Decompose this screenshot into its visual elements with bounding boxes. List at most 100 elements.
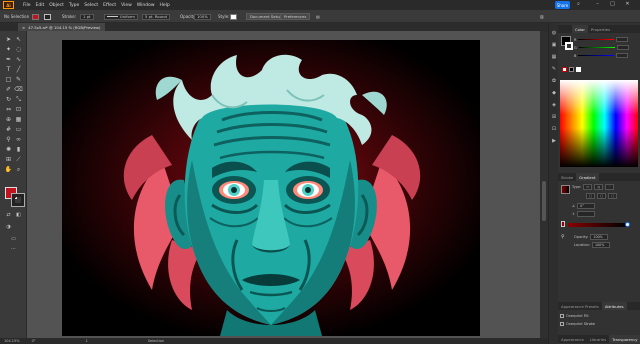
freeform-gradient-button[interactable]: ⁘ bbox=[605, 184, 614, 190]
gradient-location-field[interactable]: 100% bbox=[591, 242, 610, 248]
symbol-sprayer-icon[interactable]: ✺ bbox=[4, 145, 13, 154]
type-tool-icon[interactable]: T bbox=[4, 65, 13, 74]
close-tab-icon[interactable]: × bbox=[22, 25, 25, 30]
scale-tool-icon[interactable]: ⤡ bbox=[14, 95, 23, 104]
symbols-icon[interactable]: ✿ bbox=[550, 77, 558, 85]
menu-select[interactable]: Select bbox=[84, 3, 98, 8]
zoom-tool-icon[interactable]: ⌕ bbox=[14, 165, 23, 174]
menu-view[interactable]: View bbox=[121, 3, 132, 8]
layers-icon[interactable]: ◈ bbox=[550, 101, 558, 109]
brush-definition-dropdown[interactable]: 5 pt. Round bbox=[142, 13, 170, 20]
rotate-tool-icon[interactable]: ↻ bbox=[4, 95, 13, 104]
tab-properties[interactable]: Properties bbox=[588, 25, 613, 33]
stroke-swatch[interactable] bbox=[44, 13, 51, 20]
magic-wand-icon[interactable]: ✦ bbox=[4, 45, 13, 54]
vertical-scrollbar[interactable] bbox=[540, 31, 548, 338]
stroke-color-swatch[interactable] bbox=[11, 193, 25, 207]
tab-attributes[interactable]: Attributes bbox=[601, 302, 627, 310]
paintbrush-icon[interactable]: ✎ bbox=[14, 75, 23, 84]
menu-effect[interactable]: Effect bbox=[103, 3, 116, 8]
hand-tool-icon[interactable]: ✋ bbox=[4, 165, 13, 174]
draw-mode-icon[interactable]: ◑ bbox=[4, 223, 13, 232]
overprint-stroke-row[interactable]: Overprint Stroke bbox=[560, 321, 595, 327]
transform-icon[interactable]: ⊡ bbox=[550, 125, 558, 133]
edit-toolbar-icon[interactable]: ⋯ bbox=[9, 245, 18, 254]
learn-icon[interactable]: ◍ bbox=[550, 29, 558, 37]
zoom-level[interactable]: 104.15% bbox=[4, 339, 20, 343]
menu-object[interactable]: Object bbox=[49, 3, 64, 8]
gradient-aspect-field[interactable] bbox=[576, 211, 595, 217]
close-icon[interactable]: ✕ bbox=[623, 1, 632, 9]
free-transform-icon[interactable]: ⊡ bbox=[14, 105, 23, 114]
gradient-preview-swatch[interactable] bbox=[561, 185, 570, 194]
menu-type[interactable]: Type bbox=[69, 3, 79, 8]
graph-tool-icon[interactable]: ▮ bbox=[14, 145, 23, 154]
swap-colors-icon[interactable]: ⇄ bbox=[4, 211, 13, 220]
blend-tool-icon[interactable]: ∞ bbox=[14, 135, 23, 144]
g-slider[interactable]: G bbox=[574, 45, 629, 50]
artboard-tool-icon[interactable]: ⊞ bbox=[4, 155, 13, 164]
artboards-icon[interactable]: ⊞ bbox=[550, 113, 558, 121]
black-swatch[interactable] bbox=[569, 67, 574, 72]
radial-gradient-button[interactable]: ◎ bbox=[594, 184, 604, 190]
selection-tool-icon[interactable]: ➤ bbox=[4, 35, 13, 44]
eraser-icon[interactable]: ⌫ bbox=[14, 85, 23, 94]
share-button[interactable]: Share bbox=[555, 1, 570, 9]
stroke-gradient-3-button[interactable]: ▢ bbox=[608, 193, 618, 199]
graphic-styles-icon[interactable]: ◆ bbox=[550, 89, 558, 97]
preferences-button[interactable]: Preferences bbox=[280, 13, 311, 20]
arrange-icon[interactable]: ▥ bbox=[540, 13, 544, 20]
minimize-icon[interactable]: – bbox=[593, 1, 602, 9]
perspective-grid-icon[interactable]: ▦ bbox=[14, 115, 23, 124]
linear-gradient-button[interactable]: ▭ bbox=[583, 184, 593, 190]
color-spectrum[interactable] bbox=[560, 80, 638, 167]
document-tab[interactable]: × 47.5x5.ai* @ 104.15 % (RGB/Preview) bbox=[18, 23, 105, 31]
tab-appearance[interactable]: Appearance bbox=[558, 335, 587, 343]
app-logo[interactable]: Ai bbox=[3, 1, 14, 9]
width-tool-icon[interactable]: ⇔ bbox=[4, 105, 13, 114]
actions-icon[interactable]: ▶ bbox=[550, 137, 558, 145]
gradient-stop-right-icon[interactable] bbox=[625, 222, 630, 227]
libraries-icon[interactable]: ▣ bbox=[550, 41, 558, 49]
gradient-angle-field[interactable]: 0° bbox=[577, 203, 596, 209]
gradient-slider[interactable] bbox=[568, 223, 626, 227]
lasso-icon[interactable]: ◌ bbox=[14, 45, 23, 54]
screen-mode-icon[interactable]: ▭ bbox=[9, 235, 18, 244]
style-swatch[interactable] bbox=[230, 13, 237, 20]
eyedropper-icon[interactable]: ⚲ bbox=[4, 135, 13, 144]
white-swatch[interactable] bbox=[576, 67, 581, 72]
menu-help[interactable]: Help bbox=[160, 3, 170, 8]
gradient-opacity-field[interactable]: 100% bbox=[590, 234, 609, 240]
menu-window[interactable]: Window bbox=[137, 3, 155, 8]
slice-tool-icon[interactable]: ⟋ bbox=[14, 155, 23, 164]
tab-stroke[interactable]: Stroke bbox=[558, 173, 576, 181]
direct-selection-tool-icon[interactable]: ↖ bbox=[14, 35, 23, 44]
menu-file[interactable]: File bbox=[23, 3, 31, 8]
artboard-number[interactable]: 1 bbox=[86, 339, 88, 343]
shape-builder-icon[interactable]: ⊕ bbox=[4, 115, 13, 124]
b-slider[interactable]: B bbox=[574, 53, 629, 58]
overprint-stroke-checkbox[interactable] bbox=[560, 322, 564, 326]
stroke-weight-field[interactable]: 1 pt bbox=[80, 13, 94, 20]
stroke-gradient-1-button[interactable]: ▢ bbox=[586, 193, 596, 199]
mesh-tool-icon[interactable]: # bbox=[4, 125, 13, 134]
search-icon[interactable]: ⌕ bbox=[574, 1, 583, 9]
pen-tool-icon[interactable]: ✒ bbox=[4, 55, 13, 64]
curvature-tool-icon[interactable]: ∿ bbox=[14, 55, 23, 64]
tab-appearance-presets[interactable]: Appearance Presets bbox=[558, 302, 602, 310]
gradient-tool-icon[interactable]: ▭ bbox=[14, 125, 23, 134]
brushes-icon[interactable]: ✎ bbox=[550, 65, 558, 73]
eyedropper-small-icon[interactable]: ⚲ bbox=[561, 234, 565, 240]
stroke-gradient-2-button[interactable]: ▢ bbox=[597, 193, 607, 199]
variable-width-dropdown[interactable]: Uniform bbox=[104, 13, 138, 20]
gradient-stop-left-icon[interactable] bbox=[561, 221, 565, 227]
default-colors-icon[interactable]: ◧ bbox=[14, 211, 23, 220]
line-tool-icon[interactable]: ╱ bbox=[14, 65, 23, 74]
scrollbar-thumb[interactable] bbox=[542, 181, 546, 221]
tab-transparency[interactable]: Transparency bbox=[609, 335, 640, 343]
r-slider[interactable]: R bbox=[574, 37, 629, 42]
rectangle-tool-icon[interactable]: □ bbox=[4, 75, 13, 84]
overprint-fill-checkbox[interactable] bbox=[560, 314, 564, 318]
tab-color[interactable]: Color bbox=[572, 25, 588, 33]
rotation-angle[interactable]: 0° bbox=[32, 339, 36, 343]
